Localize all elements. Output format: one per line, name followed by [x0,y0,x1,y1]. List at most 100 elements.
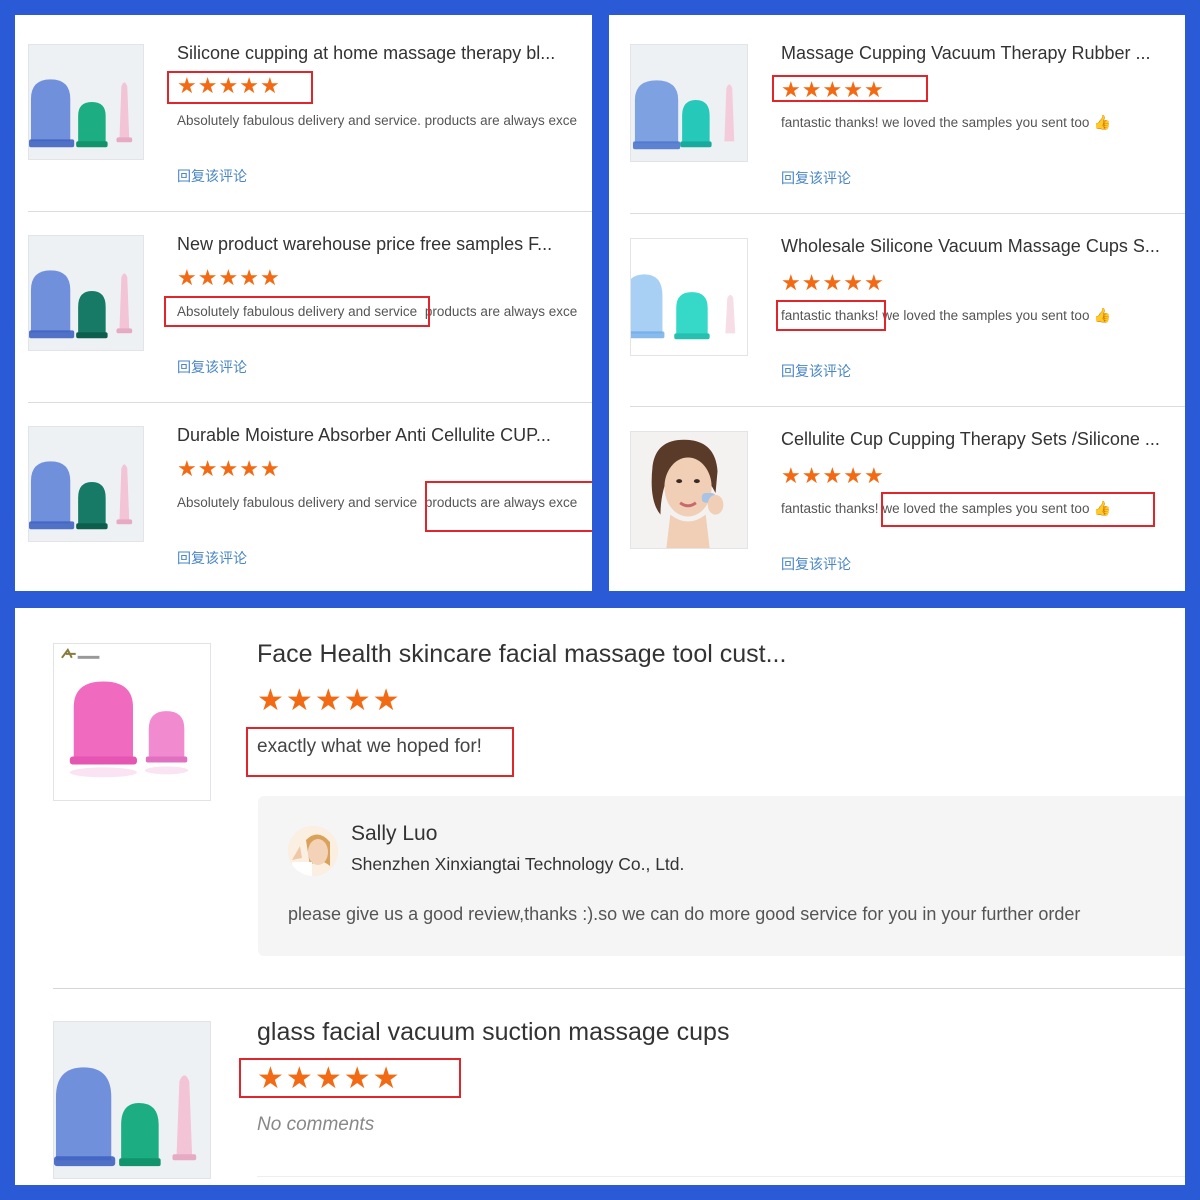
star-icon: ★ [801,463,823,488]
star-icon: ★ [863,270,885,295]
star-icon: ★ [843,463,864,488]
star-icon: ★ [801,77,823,102]
star-icon: ★ [177,265,198,290]
star-rating: ★★★★★ [781,79,885,101]
seller-reply-text: please give us a good review,thanks :).s… [288,904,1081,924]
star-rating: ★★★★★ [177,75,281,97]
product-title[interactable]: Face Health skincare facial massage tool… [257,640,786,669]
review-item: Massage Cupping Vacuum Therapy Rubber ..… [609,15,1185,213]
product-title[interactable]: glass facial vacuum suction massage cups [257,1018,729,1047]
star-icon: ★ [781,463,802,488]
comment-text: fantastic thanks! we loved the samples y… [781,115,1090,130]
star-icon: ★ [863,463,885,488]
star-icon: ★ [239,265,260,290]
comment-part: Absolutely fabulous delivery and service [177,495,418,510]
star-icon: ★ [843,77,864,102]
product-thumbnail[interactable] [28,235,144,351]
star-rating: ★★★★★ [257,1064,402,1094]
reply-review-link[interactable]: 回复该评论 [177,548,247,568]
star-icon: ★ [257,1062,286,1095]
review-comment: fantastic thanks! we loved the samples y… [781,114,1181,131]
reply-review-link[interactable]: 回复该评论 [781,554,851,574]
star-icon: ★ [343,1062,373,1095]
star-icon: ★ [239,73,260,98]
star-icon: ★ [197,265,219,290]
star-icon: ★ [197,73,219,98]
review-panel-left: Silicone cupping at home massage therapy… [15,15,592,591]
thumbs-up-icon: 👍 [1093,114,1111,130]
product-title[interactable]: Durable Moisture Absorber Anti Cellulite… [177,425,587,446]
product-thumbnail[interactable] [28,426,144,542]
star-icon: ★ [343,684,373,717]
review-comment: exactly what we hoped for! [257,736,482,757]
review-comment: Absolutely fabulous delivery and service… [177,304,592,319]
star-icon: ★ [801,270,823,295]
product-thumbnail[interactable] [53,643,211,801]
star-rating: ★★★★★ [781,465,885,487]
star-icon: ★ [177,73,198,98]
star-rating: ★★★★★ [177,267,281,289]
product-thumbnail[interactable] [28,44,144,160]
product-thumbnail[interactable] [53,1021,211,1179]
review-comment: fantastic thanks! we loved the samples y… [781,307,1181,324]
comment-part-highlighted: fantastic thanks! [781,308,879,323]
review-panel-right: Massage Cupping Vacuum Therapy Rubber ..… [609,15,1185,591]
star-icon: ★ [822,270,844,295]
comment-part: we loved the samples you sent too [882,308,1090,323]
star-icon: ★ [822,77,844,102]
comment-part-highlighted: Absolutely fabulous delivery and service [177,304,418,319]
thumbs-up-icon: 👍 [1093,500,1111,516]
comment-part-highlighted: we loved the samples you sent too [882,501,1090,516]
review-comment: No comments [257,1114,375,1135]
reply-review-link[interactable]: 回复该评论 [177,166,247,186]
star-icon: ★ [372,684,402,717]
reply-review-link[interactable]: 回复该评论 [781,361,851,381]
star-icon: ★ [218,456,240,481]
review-item: Durable Moisture Absorber Anti Cellulite… [15,403,592,591]
star-icon: ★ [314,1062,344,1095]
star-icon: ★ [843,270,864,295]
product-thumbnail[interactable] [630,431,748,549]
product-title[interactable]: Cellulite Cup Cupping Therapy Sets /Sili… [781,429,1181,450]
star-icon: ★ [218,265,240,290]
reply-review-link[interactable]: 回复该评论 [177,357,247,377]
comment-part-highlighted: products are always exce [424,495,578,510]
comment-part: fantastic thanks! [781,501,879,516]
star-rating: ★★★★★ [257,686,402,716]
star-icon: ★ [257,684,286,717]
product-thumbnail[interactable] [630,238,748,356]
star-icon: ★ [197,456,219,481]
seller-reply-card: Sally Luo Shenzhen Xinxiangtai Technolog… [258,796,1185,956]
star-rating: ★★★★★ [177,458,281,480]
seller-company: Shenzhen Xinxiangtai Technology Co., Ltd… [351,854,685,874]
star-rating: ★★★★★ [781,272,885,294]
product-title[interactable]: Massage Cupping Vacuum Therapy Rubber ..… [781,43,1181,64]
star-icon: ★ [372,1062,402,1095]
product-title[interactable]: New product warehouse price free samples… [177,234,587,255]
product-title[interactable]: Silicone cupping at home massage therapy… [177,43,587,64]
star-icon: ★ [259,456,281,481]
star-icon: ★ [218,73,240,98]
star-icon: ★ [314,684,344,717]
star-icon: ★ [285,684,315,717]
star-icon: ★ [285,1062,315,1095]
review-item: New product warehouse price free samples… [15,212,592,402]
comment-part: products are always exce [424,304,578,319]
review-item: Wholesale Silicone Vacuum Massage Cups S… [609,214,1185,406]
review-item: Cellulite Cup Cupping Therapy Sets /Sili… [609,407,1185,591]
divider [257,1176,1185,1177]
review-comment: fantastic thanks! we loved the samples y… [781,500,1181,517]
reply-review-link[interactable]: 回复该评论 [781,168,851,188]
product-thumbnail[interactable] [630,44,748,162]
star-icon: ★ [177,456,198,481]
star-icon: ★ [863,77,885,102]
divider [53,988,1185,989]
star-icon: ★ [781,270,802,295]
star-icon: ★ [781,77,802,102]
thumbs-up-icon: 👍 [1093,307,1111,323]
star-icon: ★ [239,456,260,481]
star-icon: ★ [822,463,844,488]
product-title[interactable]: Wholesale Silicone Vacuum Massage Cups S… [781,236,1181,257]
seller-name: Sally Luo [351,822,438,845]
review-comment: Absolutely fabulous delivery and service… [177,113,577,128]
